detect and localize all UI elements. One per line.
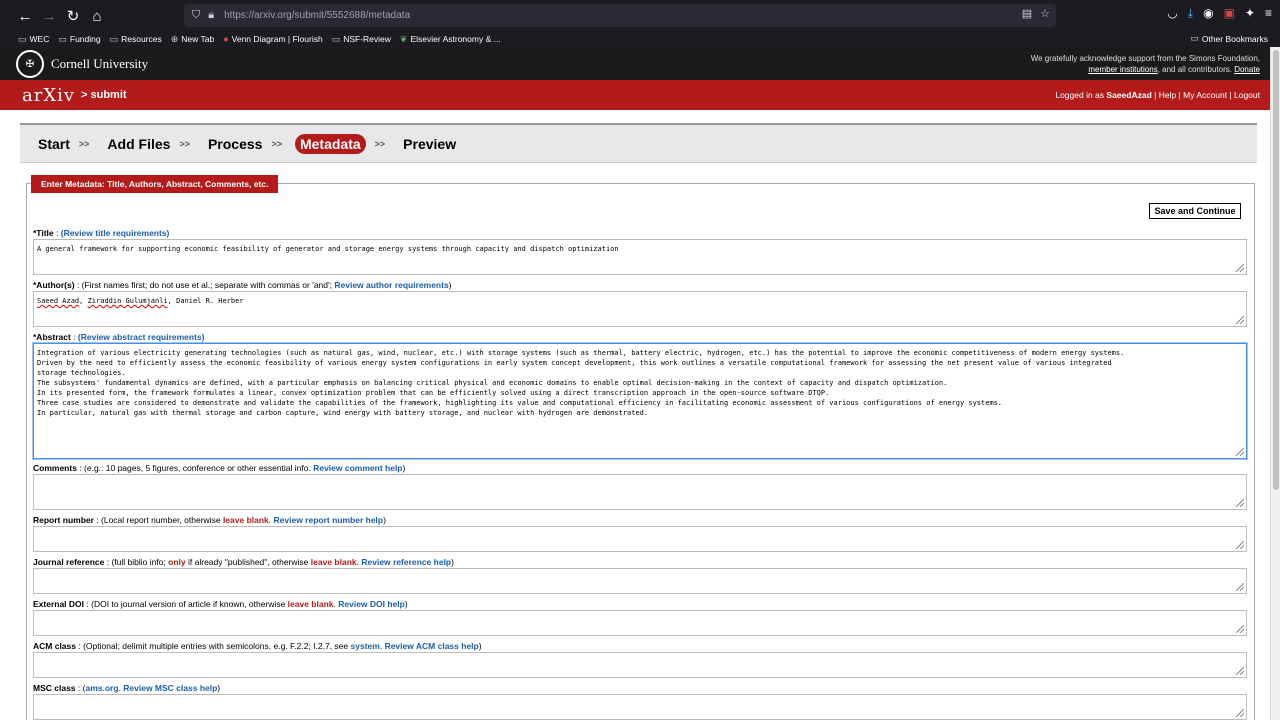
- title-help-link[interactable]: (Review title requirements): [61, 228, 170, 238]
- folder-icon: ▭: [18, 33, 27, 44]
- authors-input[interactable]: Saeed Azad, Ziraddin Gulumjanli, Daniel …: [33, 291, 1247, 327]
- extension-icon[interactable]: ▣: [1224, 6, 1235, 21]
- flourish-icon: ●: [223, 34, 229, 44]
- username: SaeedAzad: [1106, 90, 1152, 100]
- arxiv-logo[interactable]: arXiv: [22, 85, 75, 106]
- account-icon[interactable]: ◉: [1203, 6, 1213, 21]
- doi-label: External DOI : (DOI to journal version o…: [33, 599, 408, 609]
- acm-class-input[interactable]: [33, 652, 1247, 678]
- arxiv-header: arXiv > submit Logged in as SaeedAzad | …: [0, 80, 1270, 110]
- acm-help-link[interactable]: Review ACM class help: [385, 641, 479, 651]
- comments-input[interactable]: [33, 474, 1247, 510]
- report-number-label: Report number : (Local report number, ot…: [33, 515, 386, 525]
- comment-help-link[interactable]: Review comment help: [313, 463, 402, 473]
- download-icon[interactable]: ⤓: [1188, 6, 1193, 21]
- bookmark-elsevier[interactable]: ❦ Elsevier Astronomy & ...: [400, 34, 501, 45]
- acknowledgement: We gratefully acknowledge support from t…: [1030, 54, 1260, 74]
- donate-link[interactable]: Donate: [1234, 65, 1260, 74]
- bookmark-star-icon[interactable]: ☆: [1040, 7, 1050, 20]
- menu-icon[interactable]: ≡: [1265, 6, 1272, 21]
- abstract-label: *Abstract : (Review abstract requirement…: [33, 332, 205, 342]
- step-start[interactable]: Start: [38, 136, 70, 152]
- step-add-files[interactable]: Add Files: [107, 136, 170, 152]
- back-icon[interactable]: ←: [13, 4, 37, 28]
- folder-icon: ▭: [331, 33, 341, 44]
- user-nav: Logged in as SaeedAzad | Help | My Accou…: [1055, 90, 1260, 100]
- reader-view-icon[interactable]: ▤: [1022, 7, 1032, 20]
- acm-system-link[interactable]: system: [351, 641, 380, 651]
- my-account-link[interactable]: My Account: [1183, 90, 1227, 100]
- save-and-continue-button[interactable]: Save and Continue: [1149, 203, 1241, 219]
- resize-handle-icon[interactable]: [1236, 709, 1244, 717]
- report-number-input[interactable]: [33, 526, 1247, 552]
- bookmark-folder-resources[interactable]: ▭ Resources: [110, 34, 162, 45]
- acm-class-label: ACM class : (Optional; delimit multiple …: [33, 641, 482, 651]
- report-help-link[interactable]: Review report number help: [274, 515, 384, 525]
- url-bar[interactable]: ⛉ 🔒︎ https://arxiv.org/submit/5552688/me…: [184, 4, 1056, 27]
- panel-tab: Enter Metadata: Title, Authors, Abstract…: [31, 175, 279, 193]
- resize-handle-icon[interactable]: [1236, 448, 1244, 456]
- reference-help-link[interactable]: Review reference help: [361, 557, 451, 567]
- resize-handle-icon[interactable]: [1236, 667, 1244, 675]
- globe-icon: ⊕: [170, 33, 179, 44]
- doi-help-link[interactable]: Review DOI help: [338, 599, 405, 609]
- reload-icon[interactable]: ↻: [61, 4, 85, 28]
- msc-class-input[interactable]: [33, 694, 1247, 720]
- journal-ref-label: Journal reference : (full biblio info; o…: [33, 557, 454, 567]
- resize-handle-icon[interactable]: [1236, 625, 1244, 633]
- bookmarks-bar: ▭ WEC ▭ Funding ▭ Resources ⊕ New Tab ● Venn …: [0, 31, 1280, 47]
- shield-icon[interactable]: ⛉: [192, 9, 200, 22]
- help-link[interactable]: Help: [1159, 90, 1176, 100]
- resize-handle-icon[interactable]: [1236, 316, 1244, 324]
- resize-handle-icon[interactable]: [1236, 264, 1244, 272]
- pocket-icon[interactable]: ◡: [1167, 6, 1177, 21]
- msc-class-label: MSC class : (ams.org. Review MSC class h…: [33, 683, 221, 693]
- forward-icon[interactable]: →: [37, 4, 61, 28]
- step-preview[interactable]: Preview: [403, 136, 456, 152]
- abstract-help-link[interactable]: (Review abstract requirements): [78, 332, 205, 342]
- authors-label: *Author(s) : (First names first; do not …: [33, 280, 452, 290]
- msc-help-link[interactable]: Review MSC class help: [123, 683, 217, 693]
- resize-handle-icon[interactable]: [1236, 499, 1244, 507]
- bookmark-other[interactable]: ▭ Other Bookmarks: [1190, 33, 1268, 44]
- member-institutions-link[interactable]: member institutions: [1088, 65, 1157, 74]
- bookmark-folder-wec[interactable]: ▭ WEC: [18, 34, 49, 45]
- ams-link[interactable]: ams.org: [85, 683, 118, 693]
- scrollbar-thumb[interactable]: [1273, 50, 1279, 490]
- extensions-icon[interactable]: ✦: [1245, 6, 1255, 21]
- comments-label: Comments : (e.g.: 10 pages, 5 figures, c…: [33, 463, 406, 473]
- bookmark-folder-funding[interactable]: ▭ Funding: [58, 34, 100, 45]
- url-text[interactable]: https://arxiv.org/submit/5552688/metadat…: [224, 10, 410, 21]
- leaf-icon: ❦: [399, 33, 408, 44]
- lock-icon[interactable]: 🔒︎: [208, 9, 214, 22]
- bookmark-new-tab[interactable]: ⊕ New Tab: [171, 34, 214, 45]
- abstract-input[interactable]: Integration of various electricity gener…: [33, 343, 1247, 459]
- home-icon[interactable]: ⌂: [85, 4, 109, 28]
- title-label: *Title : (Review title requirements): [33, 228, 170, 238]
- title-input[interactable]: A general framework for supporting econo…: [33, 239, 1247, 275]
- logout-link[interactable]: Logout: [1234, 90, 1260, 100]
- step-process[interactable]: Process: [208, 136, 262, 152]
- author-help-link[interactable]: Review author requirements: [334, 280, 448, 290]
- submit-label: > submit: [81, 89, 127, 101]
- resize-handle-icon[interactable]: [1236, 583, 1244, 591]
- submission-steps: Start >> Add Files >> Process >> Metadat…: [20, 123, 1257, 163]
- folder-icon: ▭: [109, 33, 119, 44]
- cornell-header: ✠ Cornell University We gratefully ackno…: [0, 47, 1270, 80]
- browser-toolbar: ← → ↻ ⌂ ⛉ 🔒︎ https://arxiv.org/submit/55…: [0, 0, 1280, 31]
- cornell-name[interactable]: Cornell University: [51, 56, 148, 72]
- step-metadata[interactable]: Metadata: [294, 133, 366, 154]
- bookmark-folder-nsf-review[interactable]: ▭ NSF-Review: [332, 34, 391, 45]
- folder-icon: ▭: [1190, 33, 1199, 43]
- folder-icon: ▭: [58, 33, 67, 44]
- journal-ref-input[interactable]: [33, 568, 1247, 594]
- bookmark-venn-diagram[interactable]: ● Venn Diagram | Flourish: [223, 34, 322, 44]
- resize-handle-icon[interactable]: [1236, 541, 1244, 549]
- cornell-seal-icon[interactable]: ✠: [16, 50, 44, 78]
- page-scrollbar[interactable]: [1270, 47, 1280, 720]
- doi-input[interactable]: [33, 610, 1247, 636]
